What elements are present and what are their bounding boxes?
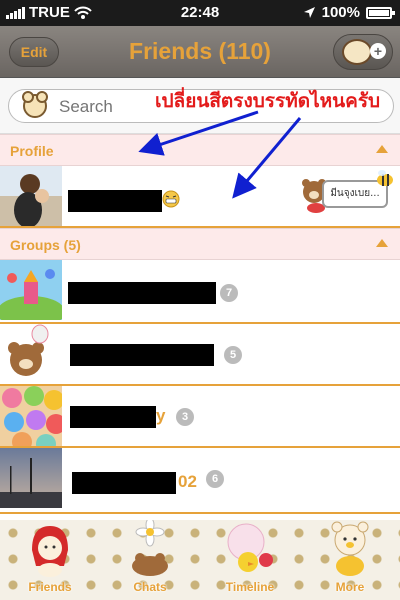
bear-red-hood-icon — [32, 526, 68, 577]
group-avatar — [0, 386, 62, 446]
group-avatar — [0, 448, 62, 508]
section-label-groups: Groups (5) — [10, 237, 81, 253]
section-header-groups[interactable]: Groups (5) — [0, 228, 400, 260]
section-header-profile[interactable]: Profile — [0, 134, 400, 166]
redacted-name — [68, 190, 162, 212]
tab-label: Chats — [133, 580, 167, 594]
redacted-group-name — [70, 344, 214, 366]
tab-label: More — [335, 580, 365, 594]
nav-bar: Edit Friends (110) + — [0, 26, 400, 78]
tab-chats[interactable]: Chats — [100, 520, 200, 600]
white-bear-icon — [331, 521, 369, 576]
group-row[interactable]: y 3 — [0, 386, 400, 448]
group-avatar — [0, 260, 62, 320]
status-bar: TRUE 22:48 100% — [0, 0, 400, 26]
tab-friends[interactable]: Friends — [0, 520, 100, 600]
member-count-badge: 6 — [206, 470, 224, 488]
bear-search-icon — [22, 91, 48, 118]
bee-icon — [377, 170, 393, 186]
status-right: 100% — [303, 4, 395, 21]
group-name-visible-suffix: y — [156, 406, 166, 425]
plus-icon: + — [370, 43, 386, 59]
group-avatar — [0, 324, 62, 384]
group-row[interactable]: 5 — [0, 324, 400, 386]
bear-flower-icon — [132, 520, 168, 576]
tab-label: Timeline — [225, 580, 275, 594]
bear-face-icon — [342, 39, 372, 65]
tab-timeline[interactable]: Timeline — [200, 520, 300, 600]
battery-percent: 100% — [321, 4, 360, 21]
section-label-profile: Profile — [10, 143, 54, 159]
annotation-text: เปลี่ยนสีตรงบรรทัดไหนครับ — [155, 90, 381, 112]
group-row[interactable]: 02 6 — [0, 448, 400, 514]
profile-avatar — [0, 166, 62, 226]
tab-label: Friends — [28, 580, 72, 594]
location-arrow-icon — [303, 7, 315, 18]
add-friend-button[interactable]: + — [333, 34, 393, 70]
search-input[interactable] — [59, 97, 149, 117]
battery-icon — [366, 6, 395, 19]
redacted-group-name — [70, 406, 156, 428]
tab-more[interactable]: More — [300, 520, 400, 600]
member-count-badge: 3 — [176, 408, 194, 426]
profile-row[interactable]: มีนจุงเบย... — [0, 166, 400, 228]
member-count-badge: 5 — [224, 346, 242, 364]
redacted-group-name — [72, 472, 176, 494]
redacted-group-name — [68, 282, 216, 304]
collapse-caret-icon[interactable] — [376, 145, 388, 153]
grin-emoji-icon — [162, 190, 180, 208]
chick-strawberry-icon — [227, 523, 273, 572]
tab-bar: Friends Chats Timeline More — [0, 520, 400, 600]
group-name-visible-suffix: 02 — [178, 472, 197, 491]
group-row[interactable]: 7 — [0, 260, 400, 324]
member-count-badge: 7 — [220, 284, 238, 302]
collapse-caret-icon[interactable] — [376, 239, 388, 247]
